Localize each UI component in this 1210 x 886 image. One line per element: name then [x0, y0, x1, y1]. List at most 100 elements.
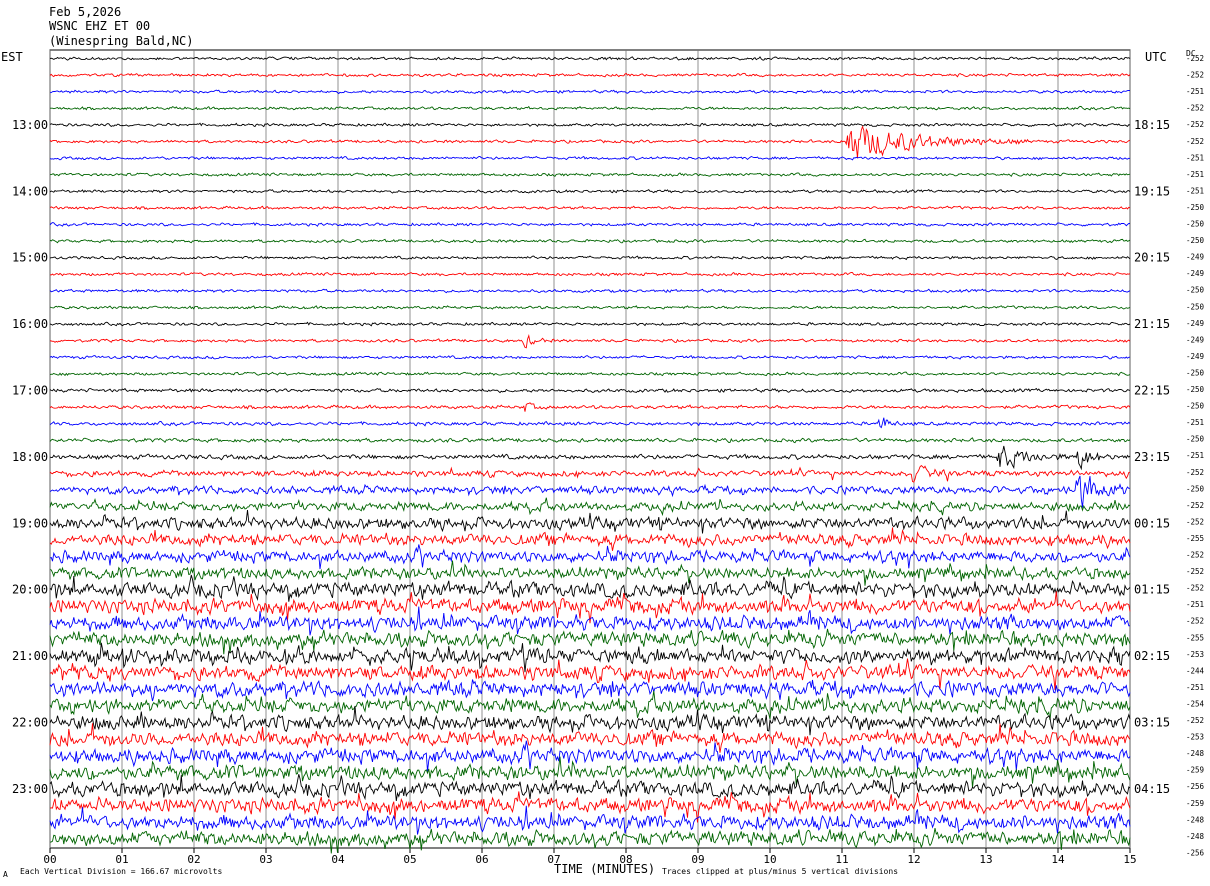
trace-row-16: [49, 321, 1131, 327]
est-hour-label: 19:00: [12, 516, 48, 530]
est-hour-label: 18:00: [12, 450, 48, 464]
dc-offset-label: -252: [1186, 501, 1204, 510]
utc-hour-label: 20:15: [1134, 251, 1170, 265]
trace-row-24: [49, 445, 1131, 471]
est-hour-label: 15:00: [12, 251, 48, 265]
dc-offset-label: -249: [1186, 269, 1204, 278]
seismogram-plot: 00 01 02 03 04 05 06 07 08 09 10 11 12 13 14 15 13:00 14:…: [12, 49, 1205, 866]
trace-row-44: [49, 774, 1131, 801]
dc-offset-label: -250: [1186, 220, 1205, 229]
dc-offset-label: -259: [1186, 766, 1204, 775]
trace-row-6: [49, 155, 1131, 161]
utc-hour-label: 00:15: [1134, 516, 1170, 530]
trace-row-1: [49, 72, 1131, 78]
trace-row-26: [49, 475, 1131, 508]
dc-offset-label: -249: [1186, 352, 1204, 361]
x-tick-label: 15: [1123, 853, 1136, 866]
est-hour-label: 20:00: [12, 583, 48, 597]
x-tick-label: 08: [619, 853, 632, 866]
x-tick-label: 09: [691, 853, 704, 866]
trace-row-5: [49, 125, 1131, 159]
trace-row-25: [49, 465, 1131, 483]
trace-row-4: [49, 122, 1131, 128]
dc-offset-label: -252: [1186, 71, 1204, 80]
utc-hour-label: 23:15: [1134, 450, 1170, 464]
dc-offset-label: -251: [1186, 153, 1204, 162]
dc-offset-label: -250: [1186, 368, 1205, 377]
dc-offset-label: -252: [1186, 137, 1204, 146]
trace-row-30: [49, 544, 1131, 570]
minute-grid: [49, 49, 1131, 853]
trace-row-9: [49, 205, 1131, 211]
dc-offset-label: -252: [1186, 120, 1204, 129]
dc-offset-label: -248: [1186, 749, 1205, 758]
trace-row-41: [49, 723, 1131, 753]
x-tick-label: 02: [187, 853, 200, 866]
est-hour-label: 16:00: [12, 317, 48, 331]
trace-row-38: [49, 679, 1131, 702]
est-hour-label: 13:00: [12, 118, 48, 132]
dc-offset-label: -251: [1186, 170, 1204, 179]
utc-hour-label: 21:15: [1134, 317, 1170, 331]
dc-offset-label: -248: [1186, 815, 1205, 824]
trace-row-40: [49, 705, 1131, 736]
dc-offset-label: -255: [1186, 534, 1204, 543]
x-tick-label: 11: [835, 853, 848, 866]
dc-offset-label: -250: [1186, 286, 1205, 295]
trace-row-23: [49, 437, 1131, 444]
trace-row-32: [49, 574, 1131, 602]
trace-row-15: [49, 305, 1131, 310]
trace-row-13: [49, 271, 1131, 277]
dc-offset-label: -252: [1186, 517, 1204, 526]
x-tick-label: 14: [1051, 853, 1065, 866]
dc-offset-label: -252: [1186, 468, 1204, 477]
dc-offset-label: -251: [1186, 451, 1204, 460]
dc-offset-label: -259: [1186, 799, 1204, 808]
dc-offset-label: -254: [1186, 699, 1205, 708]
utc-hour-label: 19:15: [1134, 184, 1170, 198]
utc-hour-label: 03:15: [1134, 716, 1170, 730]
x-tick-label: 13: [979, 853, 992, 866]
utc-hour-label: 18:15: [1134, 118, 1170, 132]
trace-row-11: [49, 238, 1131, 244]
trace-row-46: [49, 805, 1131, 835]
x-tick-label: 03: [259, 853, 272, 866]
dc-offset-label: -256: [1186, 782, 1205, 791]
utc-hour-label: 04:15: [1134, 782, 1170, 796]
dc-offset-label: -255: [1186, 633, 1204, 642]
x-tick-label: 00: [43, 853, 56, 866]
dc-offset-label: -251: [1186, 418, 1204, 427]
trace-row-8: [49, 188, 1131, 194]
dc-offset-label: -250: [1186, 236, 1205, 245]
est-hour-label: 21:00: [12, 649, 48, 663]
dc-offset-label: -244: [1186, 666, 1205, 675]
trace-row-36: [49, 642, 1131, 673]
utc-hour-label: 22:15: [1134, 384, 1170, 398]
trace-row-12: [49, 255, 1131, 261]
dc-offset-label: -252: [1186, 567, 1204, 576]
dc-offset-label: -252: [1186, 617, 1204, 626]
trace-row-47: [49, 828, 1131, 854]
utc-hour-label: 01:15: [1134, 583, 1170, 597]
utc-hour-label: 02:15: [1134, 649, 1170, 663]
dc-offset-label: -249: [1186, 335, 1204, 344]
dc-offset-label: -250: [1186, 435, 1205, 444]
x-tick-label: 06: [475, 853, 488, 866]
x-tick-label: 10: [763, 853, 776, 866]
trace-row-10: [49, 222, 1130, 227]
trace-row-28: [49, 510, 1131, 534]
trace-row-43: [49, 756, 1131, 789]
est-hour-label: 17:00: [12, 384, 48, 398]
trace-row-3: [50, 105, 1131, 111]
trace-row-17: [49, 334, 1131, 349]
est-hour-label: 22:00: [12, 716, 48, 730]
plot-frame: [49, 49, 1131, 849]
trace-group: [49, 56, 1131, 854]
trace-row-35: [49, 628, 1131, 655]
trace-row-29: [49, 527, 1131, 551]
trace-row-21: [49, 402, 1131, 412]
trace-row-42: [49, 740, 1131, 772]
trace-row-45: [49, 791, 1131, 823]
trace-row-20: [49, 387, 1131, 394]
dc-offset-label: -250: [1186, 302, 1205, 311]
